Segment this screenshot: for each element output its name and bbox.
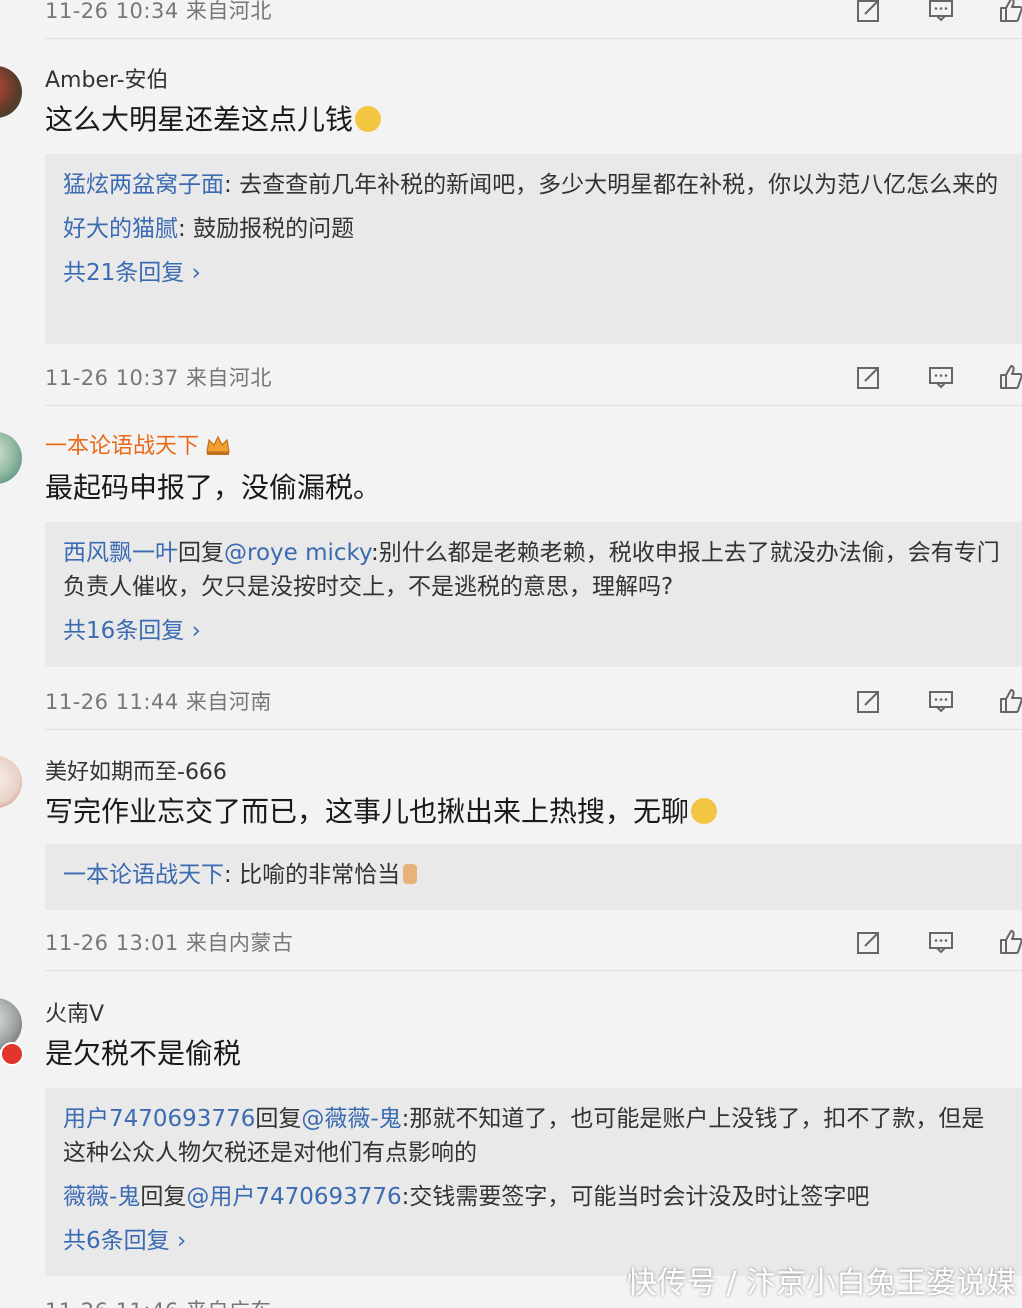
reply-separator: :: [370, 540, 379, 566]
reply-keyword: 回复: [140, 1184, 187, 1210]
more-replies-link[interactable]: 共6条回复 ›: [63, 1224, 1004, 1258]
edit-icon[interactable]: [855, 363, 883, 391]
reply-text: 比喻的非常恰当: [239, 862, 401, 888]
emoji-icon: [355, 106, 382, 132]
reply-box: 西风飘一叶回复@roye micky:别什么都是老赖老赖，税收申报上去了就没办法…: [45, 522, 1022, 667]
username-text: 一本论语战天下: [45, 434, 200, 459]
comment-feed: 11-26 10:34 来自河北 29 Amber-安伯 这么大明星还差这点儿钱…: [0, 0, 1022, 1308]
divider: [45, 38, 1022, 39]
comment-icon[interactable]: [927, 928, 955, 956]
reply-line: 好大的猫腻: 鼓励报税的问题: [63, 212, 1004, 246]
reply-separator: :: [224, 172, 240, 198]
reply-line: 一本论语战天下: 比喻的非常恰当: [63, 858, 1004, 892]
reply-user-link[interactable]: 好大的猫腻: [63, 216, 178, 242]
watermark: 快传号 / 汴京小白兔王婆说媒: [626, 1266, 1016, 1301]
verified-badge-icon: [0, 1042, 24, 1066]
reply-text: 鼓励报税的问题: [193, 216, 355, 242]
reply-user-link[interactable]: 猛炫两盆窝子面: [63, 172, 224, 198]
more-replies-link[interactable]: 共21条回复 ›: [63, 256, 1004, 290]
reply-line: 用户7470693776回复@薇薇-鬼:那就不知道了，也可能是账户上没钱了，扣不…: [63, 1102, 1004, 1170]
comment-text: 这么大明星还差这点儿钱: [45, 98, 382, 138]
reply-line: 西风飘一叶回复@roye micky:别什么都是老赖老赖，税收申报上去了就没办法…: [63, 536, 1004, 604]
avatar[interactable]: [0, 756, 22, 808]
comment-icon[interactable]: [927, 363, 955, 391]
comment-text: 最起码申报了，没偷漏税。: [45, 471, 382, 504]
comment-meta-row: 11-26 10:34 来自河北 29: [45, 0, 1022, 30]
reply-user-link[interactable]: 一本论语战天下: [63, 862, 224, 888]
more-replies-link[interactable]: 共16条回复 ›: [63, 614, 1004, 648]
reply-keyword: 回复: [255, 1106, 302, 1132]
comment-meta: 11-26 10:34 来自河北: [45, 0, 272, 23]
comment-body: 写完作业忘交了而已，这事儿也揪出来上热搜，无聊: [45, 795, 690, 828]
thumbs-up-icon[interactable]: [997, 687, 1022, 715]
reply-box: 猛炫两盆窝子面: 去查查前几年补税的新闻吧，多少大明星都在补税，你以为范八亿怎么…: [45, 154, 1022, 344]
reply-mention-link[interactable]: @roye micky: [224, 540, 371, 566]
reply-keyword: 回复: [178, 540, 224, 566]
username[interactable]: Amber-安伯: [45, 62, 169, 94]
comment-icon[interactable]: [927, 687, 955, 715]
comment-meta-row: 11-26 13:01 来自内蒙古 10: [45, 922, 1022, 962]
thumbs-up-icon[interactable]: [997, 928, 1022, 956]
reply-user-link[interactable]: 西风飘一叶: [63, 540, 178, 566]
edit-icon[interactable]: [855, 928, 883, 956]
comment-icon[interactable]: [927, 0, 955, 24]
reply-separator: :: [224, 862, 240, 888]
reply-text: 去查查前几年补税的新闻吧，多少大明星都在补税，你以为范八亿怎么来的: [239, 172, 999, 198]
reply-box: 一本论语战天下: 比喻的非常恰当: [45, 844, 1022, 910]
reply-mention-link[interactable]: @薇薇-鬼: [301, 1106, 401, 1132]
reply-line: 薇薇-鬼回复@用户7470693776:交钱需要签字，可能当时会计没及时让签字吧: [63, 1180, 1004, 1214]
username[interactable]: 一本论语战天下: [45, 428, 231, 460]
comment-meta: 11-26 11:46 来自广东: [45, 1295, 272, 1308]
reply-line: 猛炫两盆窝子面: 去查查前几年补税的新闻吧，多少大明星都在补税，你以为范八亿怎么…: [63, 168, 1004, 202]
divider: [45, 729, 1022, 730]
comment-text: 写完作业忘交了而已，这事儿也揪出来上热搜，无聊: [45, 790, 718, 830]
reply-user-link[interactable]: 薇薇-鬼: [63, 1184, 140, 1210]
edit-icon[interactable]: [855, 0, 883, 24]
reply-mention-link[interactable]: @用户7470693776: [186, 1184, 401, 1210]
comment-meta: 11-26 10:37 来自河北: [45, 366, 272, 390]
thumbs-up-emoji-icon: [403, 864, 418, 884]
crown-icon: [205, 434, 231, 456]
reply-separator: :: [178, 216, 194, 242]
edit-icon[interactable]: [855, 687, 883, 715]
avatar[interactable]: [0, 66, 22, 118]
comment-meta-row: 11-26 10:37 来自河北 16: [45, 357, 1022, 397]
comment-meta: 11-26 11:44 来自河南: [45, 690, 272, 714]
comment-text: 是欠税不是偷税: [45, 1037, 242, 1070]
emoji-icon: [691, 798, 718, 824]
avatar[interactable]: [0, 432, 22, 484]
reply-text: 交钱需要签字，可能当时会计没及时让签字吧: [409, 1184, 870, 1210]
comment-body: 这么大明星还差这点儿钱: [45, 103, 354, 136]
username[interactable]: 火南V: [45, 996, 104, 1028]
thumbs-up-icon[interactable]: [997, 363, 1022, 391]
reply-box: 用户7470693776回复@薇薇-鬼:那就不知道了，也可能是账户上没钱了，扣不…: [45, 1088, 1022, 1276]
comment-meta: 11-26 13:01 来自内蒙古: [45, 931, 294, 955]
comment-meta-row: 11-26 11:44 来自河南 12: [45, 681, 1022, 721]
divider: [45, 970, 1022, 971]
thumbs-up-icon[interactable]: [997, 0, 1022, 24]
divider: [45, 405, 1022, 406]
reply-user-link[interactable]: 用户7470693776: [63, 1106, 255, 1132]
username[interactable]: 美好如期而至-666: [45, 754, 227, 786]
